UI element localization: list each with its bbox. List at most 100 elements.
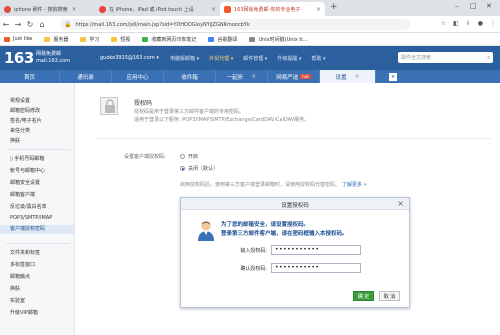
tab-contacts[interactable]: 通讯录 bbox=[60, 70, 112, 83]
confirm-auth-code-input[interactable]: ••••••••••• bbox=[271, 263, 361, 273]
top-link[interactable]: 外贸代理 ▾ bbox=[209, 55, 233, 62]
sidebar-item[interactable]: 邮箱安全设置 bbox=[10, 179, 40, 186]
sidebar-item[interactable]: 邮箱触点 bbox=[10, 273, 30, 280]
top-link[interactable]: 电脑版邮箱 ▾ bbox=[170, 55, 199, 62]
logo-163[interactable]: 163 bbox=[4, 49, 34, 67]
sidebar-item[interactable]: 文件夹和标签 bbox=[10, 249, 40, 256]
menu-icon[interactable]: ⋮ bbox=[490, 20, 496, 27]
account-menu[interactable]: guoke3915@163.com ▾ bbox=[100, 55, 159, 61]
tab-label: 163网易免费邮-你的专业电子 bbox=[234, 6, 301, 13]
divider bbox=[6, 243, 70, 244]
close-tab-icon[interactable]: × bbox=[354, 73, 359, 80]
sidebar-item[interactable]: 换肤 bbox=[10, 137, 20, 144]
address-toolbar: ← → ↻ ⌂ 🔒 https://mail.163.com/js6/main.… bbox=[0, 16, 500, 33]
tab-label: 在 iPhone、iPad 或 iPod touch 上设 bbox=[109, 6, 194, 13]
phone-icon: ▯ bbox=[10, 156, 13, 162]
confirm-button[interactable]: 确 定 bbox=[353, 291, 374, 301]
radio-off[interactable]: 关闭（默认） bbox=[180, 165, 218, 172]
auth-code-icon bbox=[100, 97, 118, 115]
maximize-icon[interactable]: □ bbox=[470, 2, 477, 10]
bookmark-item[interactable]: 谷歌翻译 bbox=[208, 36, 237, 43]
new-tab-icon[interactable]: + bbox=[330, 2, 338, 12]
top-link[interactable]: 升级提醒 ▾ bbox=[277, 55, 301, 62]
sidebar-item[interactable]: 帐号与邮箱中心 bbox=[10, 167, 45, 174]
radio-button-selected[interactable] bbox=[180, 166, 185, 171]
top-link[interactable]: 邮件管理 ▾ bbox=[243, 55, 267, 62]
sidebar-item[interactable]: 签名/电子名片 bbox=[10, 117, 42, 124]
section-desc: 适用于登录以下服务: POP3/IMAP/SMTP/Exchange/CardD… bbox=[134, 117, 310, 123]
mail-nav-tabs: 首页 通讯录 应用中心 收件箱 一起折 × 网易严选 hot 设置 × ▾ bbox=[0, 70, 500, 83]
mail-header: 163 网易免费邮 mail.163.com guoke3915@163.com… bbox=[0, 46, 500, 70]
settings-sidebar: 常规设置 邮箱密码修改 签名/电子名片 来信分类 换肤 ▯ 手机号码邮箱 帐号与… bbox=[0, 83, 75, 335]
auth-code-input[interactable]: ••••••••••• bbox=[271, 245, 361, 255]
close-tab-icon[interactable]: × bbox=[312, 6, 321, 13]
mail-search-input[interactable]: 邮件全文搜索 ⌕ bbox=[398, 52, 493, 63]
tab-inbox[interactable]: 收件箱 bbox=[164, 70, 216, 83]
bookmark-item[interactable]: Just like bbox=[4, 36, 32, 42]
bookmark-folder[interactable]: 服务器 bbox=[44, 36, 68, 43]
bookmarks-bar: Just like 服务器 学习 短视 收藏到网页印象笔记 谷歌翻译 Unix时… bbox=[0, 33, 500, 46]
sidebar-item[interactable]: 多标签窗口 bbox=[10, 261, 35, 268]
divider bbox=[6, 149, 70, 150]
home-icon[interactable]: ⌂ bbox=[36, 20, 48, 29]
sidebar-item[interactable]: 反垃圾/黑白名单 bbox=[10, 203, 47, 210]
sidebar-item[interactable]: 邮箱密码修改 bbox=[10, 107, 40, 114]
browser-tab-sogou[interactable]: iphone 刷件 - 搜狗搜索 × bbox=[0, 2, 78, 16]
bookmark-folder[interactable]: 短视 bbox=[111, 36, 130, 43]
tab-settings[interactable]: 设置 × bbox=[320, 70, 376, 83]
close-window-icon[interactable]: ✕ bbox=[486, 2, 492, 10]
download-icon[interactable]: ⇩ bbox=[466, 20, 471, 27]
browser-tab-163mail[interactable]: 163网易免费邮-你的专业电子 × bbox=[220, 2, 325, 16]
translate-icon bbox=[208, 36, 215, 42]
close-tab-icon[interactable]: × bbox=[207, 6, 216, 13]
folder-icon bbox=[44, 36, 51, 42]
sidebar-item[interactable]: 邮箱客户端 bbox=[10, 191, 35, 198]
bookmark-item[interactable]: Unix时间戳(Unix ti... bbox=[249, 36, 307, 43]
sidebar-item[interactable]: 实验室 bbox=[10, 297, 25, 304]
star-bookmark-icon bbox=[4, 36, 10, 42]
close-icon[interactable]: × bbox=[397, 199, 404, 208]
browser-tab-apple[interactable]: 在 iPhone、iPad 或 iPod touch 上设 × bbox=[95, 2, 220, 16]
tab-app-center[interactable]: 应用中心 bbox=[112, 70, 164, 83]
star-icon[interactable]: ☆ bbox=[441, 20, 446, 27]
profile-icon[interactable]: ● bbox=[478, 20, 483, 27]
folder-icon bbox=[80, 36, 87, 42]
lock-icon: 🔒 bbox=[64, 21, 72, 28]
search-icon[interactable]: ⌕ bbox=[487, 55, 490, 61]
sidebar-item[interactable]: 升级VIP邮箱 bbox=[10, 309, 38, 316]
sidebar-item[interactable]: POP3/SMTP/IMAP bbox=[10, 215, 52, 221]
tab-together[interactable]: 一起折 × bbox=[216, 70, 268, 83]
sidebar-item[interactable]: 常规设置 bbox=[10, 97, 30, 104]
top-link[interactable]: 帮助 ▾ bbox=[311, 55, 325, 62]
close-tab-icon[interactable]: × bbox=[68, 6, 77, 13]
address-bar[interactable]: 🔒 https://mail.163.com/js6/main.jsp?sid=… bbox=[60, 19, 410, 30]
radio-button[interactable] bbox=[180, 154, 185, 159]
browser-tab-bar: iphone 刷件 - 搜狗搜索 × 在 iPhone、iPad 或 iPod … bbox=[0, 0, 500, 16]
apple-favicon-icon bbox=[99, 5, 106, 13]
sidebar-item[interactable]: 换肤 bbox=[10, 285, 20, 292]
tab-yanxuan[interactable]: 网易严选 hot bbox=[268, 70, 320, 83]
dialog-title: 设置授权码 bbox=[281, 203, 309, 209]
learn-more-link[interactable]: 了解更多 » bbox=[342, 182, 367, 188]
unix-icon bbox=[249, 36, 256, 42]
sidebar-item-auth-code[interactable]: 客户端授权密码 bbox=[0, 225, 75, 234]
sidebar-item[interactable]: ▯ 手机号码邮箱 bbox=[10, 155, 44, 162]
evernote-icon bbox=[142, 36, 149, 42]
folder-icon bbox=[111, 36, 118, 42]
tab-dropdown[interactable]: ▾ bbox=[376, 70, 400, 83]
sidebar-item[interactable]: 来信分类 bbox=[10, 127, 30, 134]
bookmark-item[interactable]: 收藏到网页印象笔记 bbox=[142, 36, 196, 43]
dialog-message-line1: 为了您的邮箱安全，请设置授权码。 bbox=[221, 222, 310, 228]
cancel-button[interactable]: 取 消 bbox=[379, 291, 400, 301]
extension-icon[interactable]: ◧ bbox=[453, 20, 459, 27]
forward-icon[interactable]: → bbox=[12, 20, 24, 29]
reload-icon[interactable]: ↻ bbox=[24, 20, 36, 29]
back-icon[interactable]: ← bbox=[0, 20, 12, 29]
chevron-down-icon[interactable]: ▾ bbox=[389, 72, 397, 81]
bookmark-folder[interactable]: 学习 bbox=[80, 36, 99, 43]
tab-home[interactable]: 首页 bbox=[0, 70, 60, 83]
field-label: 确认授权码: bbox=[240, 266, 267, 272]
minimize-icon[interactable]: – bbox=[455, 2, 459, 10]
close-tab-icon[interactable]: × bbox=[251, 73, 256, 80]
radio-on[interactable]: 开启 bbox=[180, 153, 198, 160]
